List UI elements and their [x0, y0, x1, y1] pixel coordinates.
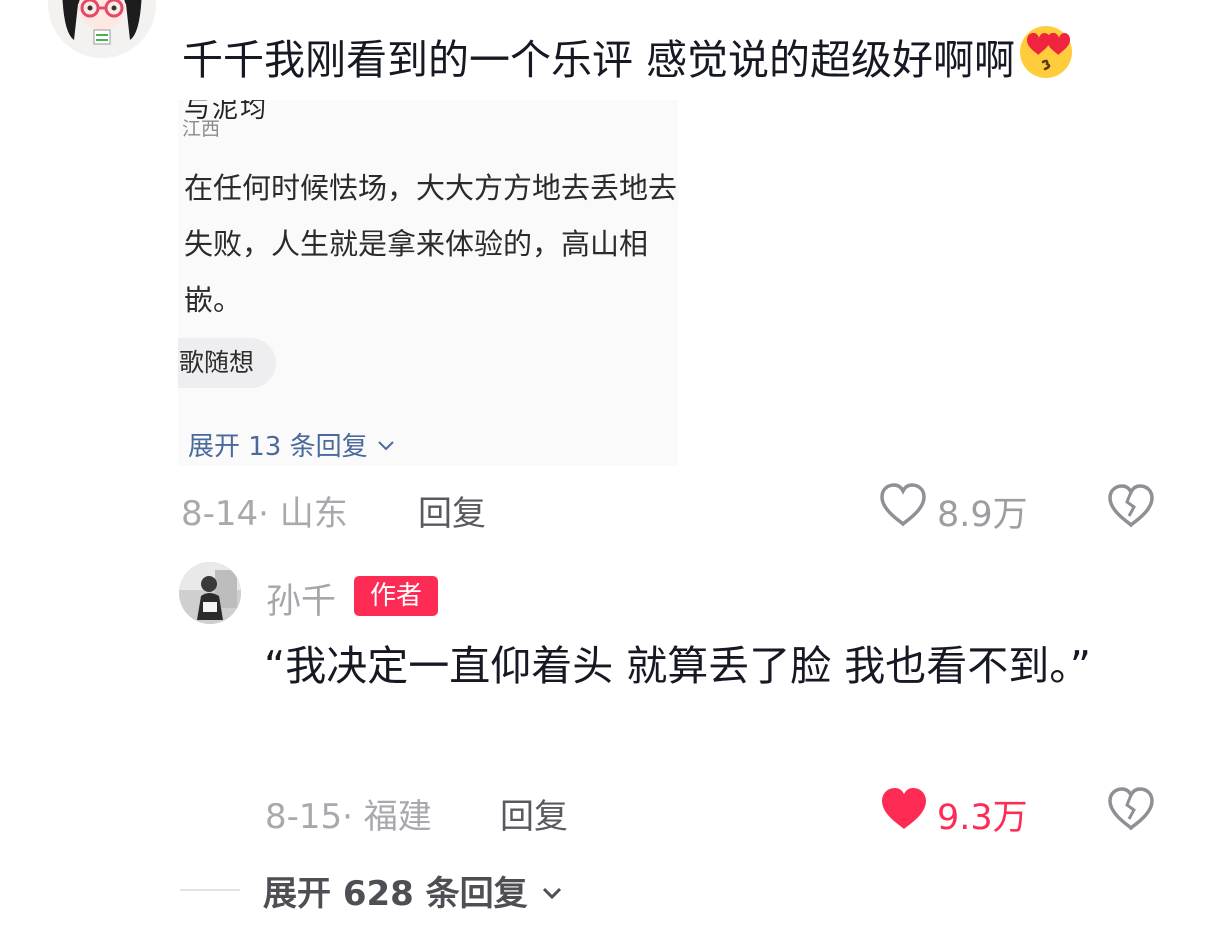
expand-replies-label: 展开 628 条回复 [263, 874, 528, 914]
like-button[interactable] [878, 482, 928, 532]
reply-dislike-button[interactable] [1107, 786, 1155, 836]
avatar[interactable] [48, 0, 156, 58]
broken-heart-icon [1108, 787, 1154, 831]
embedded-expand-replies: 展开 13 条回复 [188, 426, 396, 463]
embedded-tag-label: 歌随想 [178, 348, 254, 377]
avatar-cartoon-girl-icon [48, 0, 156, 58]
reply-button[interactable]: 回复 [418, 486, 486, 535]
comment-text-content: 千千我刚看到的一个乐评 感觉说的超级好啊啊 [182, 36, 1016, 84]
comment-text: 千千我刚看到的一个乐评 感觉说的超级好啊啊 [182, 22, 1075, 94]
dislike-button[interactable] [1107, 483, 1155, 533]
embedded-location: 江西 [182, 118, 221, 140]
expand-replies-button[interactable]: 展开 628 条回复 [263, 866, 564, 915]
embedded-tag: 歌随想 [178, 338, 276, 388]
like-count: 8.9万 [937, 495, 1028, 535]
embedded-screenshot: 与泥均 江西 在任何时候怯场，大大方方地去丢地去失败，人生就是拿来体验的，高山相… [178, 100, 678, 466]
heart-eyes-emoji-icon [1017, 22, 1075, 94]
broken-heart-icon [1108, 484, 1154, 528]
chevron-down-icon [378, 441, 394, 451]
reply-like-count: 9.3万 [937, 798, 1028, 838]
embedded-comment-body: 在任何时候怯场，大大方方地去丢地去失败，人生就是拿来体验的，高山相嵌。 [184, 171, 678, 317]
comment-date-location: 8-14· 山东 [181, 494, 348, 534]
author-name[interactable]: 孙千 [266, 573, 336, 624]
reply-date-location: 8-15· 福建 [265, 797, 432, 837]
reply-reply-button[interactable]: 回复 [500, 789, 568, 838]
reply-like-button[interactable] [879, 786, 929, 836]
reply-text: “我决定一直仰着头 就算丢了脸 我也看不到。” [264, 642, 1092, 690]
chevron-down-icon [542, 887, 561, 900]
author-avatar[interactable] [179, 562, 241, 624]
heart-outline-icon [880, 483, 926, 527]
author-photo-icon [179, 562, 241, 624]
embedded-expand-label: 展开 13 条回复 [188, 432, 368, 462]
divider-line [180, 889, 240, 891]
author-badge: 作者 [354, 576, 438, 616]
heart-filled-icon [882, 788, 926, 829]
